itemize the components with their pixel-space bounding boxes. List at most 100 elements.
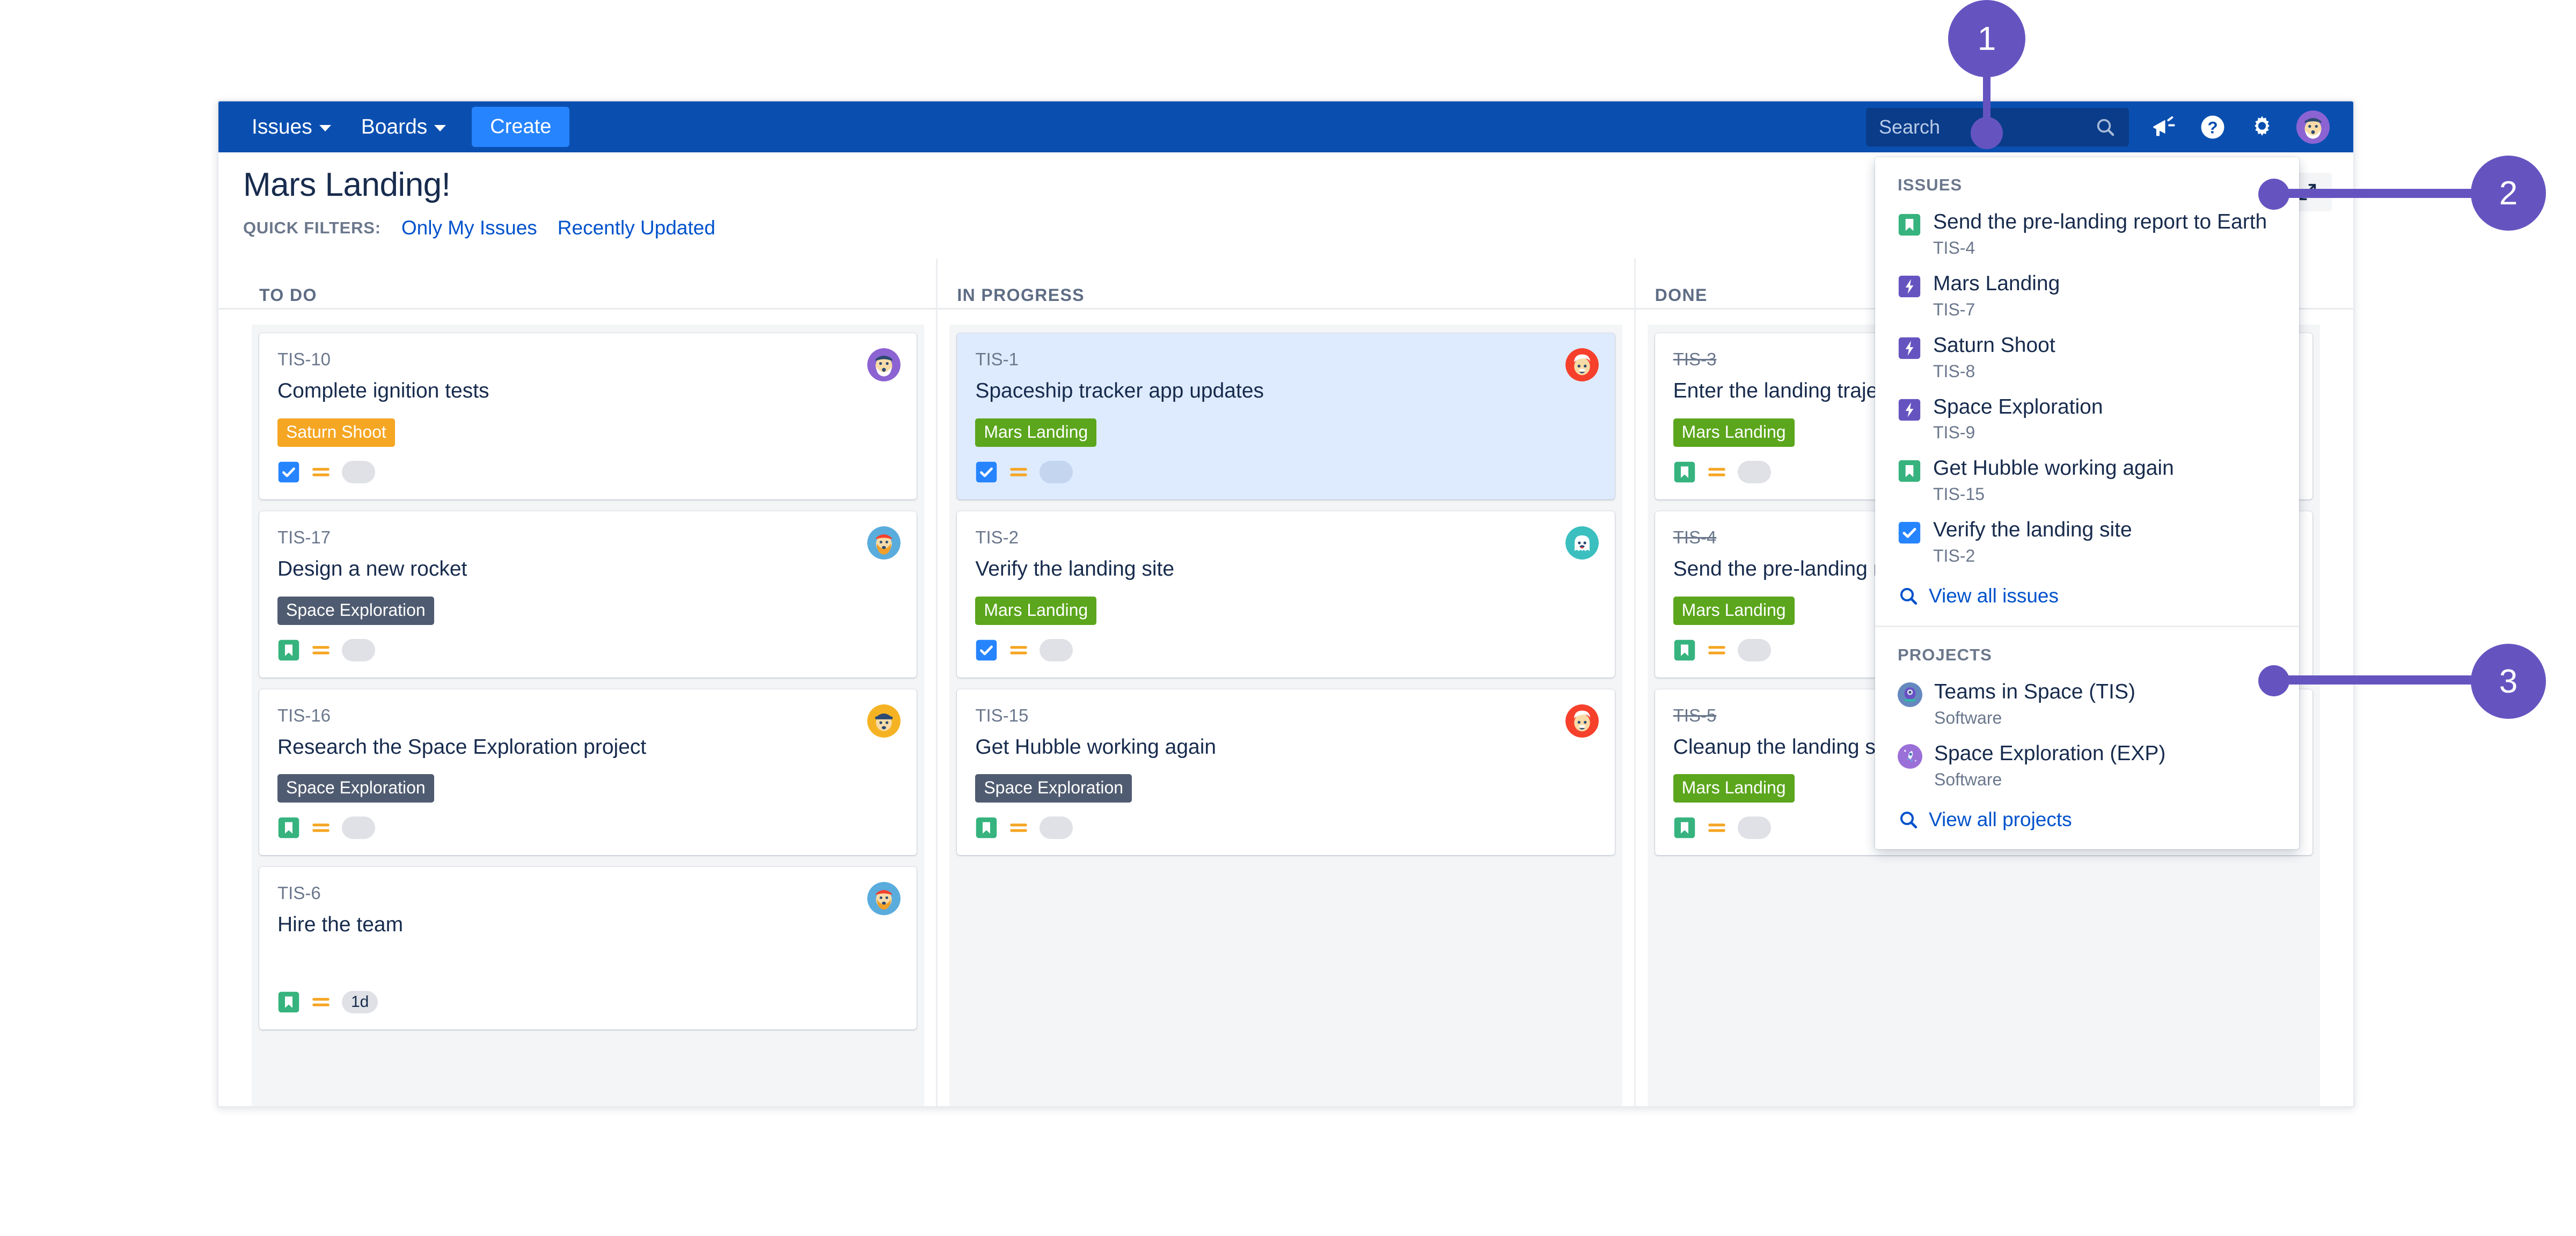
- estimate-badge: [342, 460, 375, 483]
- task-icon: [1898, 522, 1921, 544]
- column-body-todo[interactable]: TIS-10 Complete ignition tests Saturn Sh…: [252, 325, 925, 1106]
- dropdown-issue-text: Mars Landing TIS-7: [1933, 272, 2060, 320]
- avatar[interactable]: [867, 704, 901, 738]
- chevron-down-icon: [319, 125, 331, 131]
- view-all-projects-label: View all projects: [1929, 808, 2072, 830]
- task-icon: [976, 639, 997, 660]
- dropdown-issue-item[interactable]: Send the pre-landing report to Earth TIS…: [1875, 203, 2299, 265]
- card-summary: Research the Space Exploration project: [277, 735, 647, 759]
- column-title-todo: TO DO: [259, 285, 317, 305]
- card-footer: [975, 460, 1596, 483]
- estimate-badge: [1737, 816, 1771, 840]
- dropdown-issue-item[interactable]: Verify the landing site TIS-2: [1875, 511, 2299, 573]
- callout-badge-2: 2: [2471, 156, 2546, 231]
- chevron-down-icon: [434, 125, 447, 131]
- dropdown-issue-title: Get Hubble working again: [1933, 457, 2174, 480]
- teams-in-space-avatar: [1898, 682, 1922, 708]
- view-all-projects-link[interactable]: View all projects: [1875, 797, 2299, 849]
- nav-right-group: Search ?: [1866, 107, 2353, 146]
- issue-card-tis-1[interactable]: TIS-1 Spaceship tracker app updates Mars…: [957, 333, 1615, 499]
- card-summary: Verify the landing site: [975, 557, 1175, 580]
- issue-card-tis-15[interactable]: TIS-15 Get Hubble working again Space Ex…: [957, 689, 1615, 856]
- issue-card-tis-10[interactable]: TIS-10 Complete ignition tests Saturn Sh…: [259, 333, 917, 499]
- avatar[interactable]: [1565, 348, 1599, 381]
- nav-item-issues[interactable]: Issues: [240, 109, 343, 145]
- estimate-badge: [1040, 460, 1073, 483]
- epic-icon: [1898, 337, 1921, 359]
- column-body-in-progress[interactable]: TIS-1 Spaceship tracker app updates Mars…: [949, 325, 1622, 1106]
- medium-priority-icon: [1708, 468, 1725, 476]
- dropdown-project-item[interactable]: Teams in Space (TIS) Software: [1875, 673, 2299, 735]
- issue-card-tis-6[interactable]: TIS-6 Hire the team 1d: [259, 867, 917, 1029]
- column-todo: TO DO TIS-10 Complete ignition tests Sat…: [240, 259, 936, 1106]
- quick-filter-only-my-issues[interactable]: Only My Issues: [401, 217, 537, 239]
- card-key: TIS-10: [277, 349, 331, 369]
- epic-label[interactable]: Mars Landing: [1673, 596, 1795, 625]
- dropdown-project-item[interactable]: Space Exploration (EXP) Software: [1875, 735, 2299, 797]
- callout-badge-1: 1: [1948, 0, 2025, 77]
- dropdown-issue-text: Get Hubble working again TIS-15: [1933, 457, 2174, 504]
- task-icon: [976, 461, 997, 482]
- dropdown-issue-item[interactable]: Saturn Shoot TIS-8: [1875, 327, 2299, 388]
- avatar[interactable]: [867, 526, 901, 560]
- avatar[interactable]: [867, 882, 901, 916]
- card-footer: [277, 638, 898, 661]
- dropdown-issue-title: Mars Landing: [1933, 271, 2060, 295]
- epic-label[interactable]: Saturn Shoot: [277, 418, 395, 447]
- medium-priority-icon: [1010, 468, 1028, 476]
- blue-redhat-avatar: [867, 526, 901, 560]
- dropdown-project-text: Teams in Space (TIS) Software: [1934, 680, 2135, 728]
- view-all-issues-link[interactable]: View all issues: [1875, 573, 2299, 626]
- dropdown-issue-title: Saturn Shoot: [1933, 333, 2055, 357]
- profile-avatar[interactable]: [2296, 110, 2330, 144]
- issue-card-tis-2[interactable]: TIS-2 Verify the landing site Mars Landi…: [957, 511, 1615, 678]
- help-icon[interactable]: ?: [2198, 112, 2228, 142]
- dropdown-issue-key: TIS-8: [1933, 361, 1975, 381]
- callout-2-dot: [2258, 179, 2289, 210]
- card-footer: [277, 816, 898, 840]
- epic-label[interactable]: Space Exploration: [277, 774, 434, 803]
- avatar[interactable]: [1565, 704, 1599, 738]
- epic-label[interactable]: Mars Landing: [975, 596, 1097, 625]
- card-key: TIS-6: [277, 883, 321, 903]
- card-key: TIS-15: [975, 705, 1029, 725]
- epic-label[interactable]: Mars Landing: [975, 418, 1097, 447]
- dropdown-project-text: Space Exploration (EXP) Software: [1934, 742, 2165, 790]
- quick-filters-bar: QUICK FILTERS: Only My Issues Recently U…: [243, 217, 715, 239]
- teams-in-space-avatar-glyph: [1898, 682, 1922, 708]
- dropdown-issue-item[interactable]: Space Exploration TIS-9: [1875, 388, 2299, 450]
- dropdown-issue-text: Saturn Shoot TIS-8: [1933, 334, 2055, 381]
- callout-2-stem: [2273, 189, 2490, 198]
- card-key: TIS-16: [277, 705, 331, 725]
- quick-filters-label: QUICK FILTERS:: [243, 218, 381, 237]
- red-whitehair-avatar: [1565, 704, 1599, 738]
- create-button[interactable]: Create: [472, 107, 570, 147]
- megaphone-icon[interactable]: [2148, 112, 2178, 142]
- settings-icon[interactable]: [2247, 112, 2277, 142]
- avatar-face: [2296, 110, 2330, 144]
- dropdown-issue-item[interactable]: Mars Landing TIS-7: [1875, 265, 2299, 327]
- medium-priority-icon: [1010, 823, 1028, 832]
- epic-label[interactable]: Space Exploration: [975, 774, 1132, 803]
- estimate-badge: [1737, 638, 1771, 661]
- card-footer: [975, 638, 1596, 661]
- issue-card-tis-16[interactable]: TIS-16 Research the Space Exploration pr…: [259, 689, 917, 856]
- top-navigation-bar: Issues Boards Create Search ?: [218, 101, 2353, 152]
- nav-item-boards[interactable]: Boards: [349, 109, 458, 145]
- epic-label[interactable]: Space Exploration: [277, 596, 434, 625]
- card-footer: 1d: [277, 991, 898, 1013]
- task-icon: [278, 461, 299, 482]
- avatar[interactable]: [867, 348, 901, 381]
- dropdown-project-title: Teams in Space (TIS): [1934, 680, 2135, 704]
- avatar[interactable]: [1565, 526, 1599, 560]
- column-title-in-progress: IN PROGRESS: [957, 285, 1085, 305]
- issue-card-tis-17[interactable]: TIS-17 Design a new rocket Space Explora…: [259, 511, 917, 678]
- callout-3-stem: [2273, 675, 2490, 685]
- dropdown-issue-item[interactable]: Get Hubble working again TIS-15: [1875, 450, 2299, 511]
- search-placeholder: Search: [1879, 115, 1941, 138]
- quick-filter-recently-updated[interactable]: Recently Updated: [558, 217, 715, 239]
- epic-label[interactable]: Mars Landing: [1673, 418, 1795, 447]
- dropdown-projects-heading: PROJECTS: [1898, 645, 1992, 665]
- story-icon: [1898, 460, 1921, 482]
- epic-label[interactable]: Mars Landing: [1673, 774, 1795, 803]
